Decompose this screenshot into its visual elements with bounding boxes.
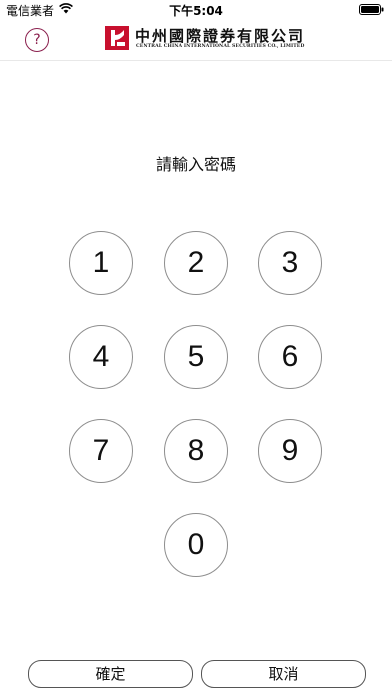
app-header: ? 中州國際證券有限公司 CENTRAL CHINA INTERNATIONAL… (0, 20, 392, 61)
keypad-key-4[interactable]: 4 (69, 325, 133, 389)
keypad-key-7[interactable]: 7 (69, 419, 133, 483)
clock: 下午5:04 (169, 4, 223, 18)
keypad-key-2[interactable]: 2 (164, 231, 228, 295)
logo-mark-icon (105, 26, 129, 50)
keypad-key-5[interactable]: 5 (164, 325, 228, 389)
confirm-button[interactable]: 確定 (28, 660, 193, 688)
keypad-key-0[interactable]: 0 (164, 513, 228, 577)
keypad-key-8[interactable]: 8 (164, 419, 228, 483)
battery-icon (359, 4, 384, 15)
company-logo: 中州國際證券有限公司 CENTRAL CHINA INTERNATIONAL S… (105, 25, 304, 53)
cancel-button[interactable]: 取消 (201, 660, 366, 688)
pin-entry-screen: 電信業者 下午5:04 ? 中州國際證券有限公司 CENTRAL CHINA I… (0, 0, 392, 696)
logo-chinese-name: 中州國際證券有限公司 (135, 27, 306, 45)
keypad-key-9[interactable]: 9 (258, 419, 322, 483)
keypad-key-6[interactable]: 6 (258, 325, 322, 389)
keypad-key-3[interactable]: 3 (258, 231, 322, 295)
pin-prompt: 請輸入密碼 (155, 155, 236, 174)
keypad-key-1[interactable]: 1 (69, 231, 133, 295)
help-button[interactable]: ? (25, 28, 49, 52)
logo-english-name: CENTRAL CHINA INTERNATIONAL SECURITIES C… (136, 44, 305, 49)
status-bar: 電信業者 下午5:04 (0, 0, 392, 20)
